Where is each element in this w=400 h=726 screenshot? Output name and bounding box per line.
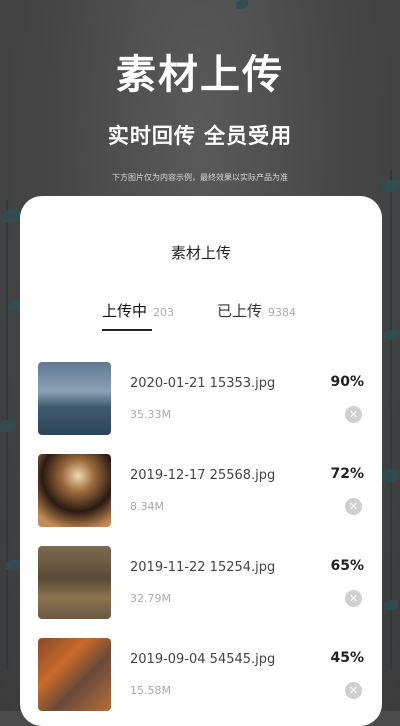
- tab-count: 9384: [268, 306, 297, 319]
- file-name: 2020-01-21 15353.jpg: [130, 376, 276, 391]
- file-name: 2019-11-22 15254.jpg: [130, 560, 276, 575]
- file-size: 15.58M: [130, 684, 171, 697]
- file-name: 2019-12-17 25568.jpg: [130, 468, 276, 483]
- cancel-upload-icon[interactable]: ✕: [345, 498, 362, 515]
- thumbnail-image: [38, 638, 111, 711]
- floral-decoration: [6, 200, 8, 670]
- tab-uploading[interactable]: 上传中 203: [102, 300, 174, 321]
- tab-label: 已上传: [217, 302, 263, 320]
- file-size: 32.79M: [130, 592, 171, 605]
- cancel-upload-icon[interactable]: ✕: [345, 406, 362, 423]
- floral-decoration: [384, 600, 398, 610]
- thumbnail-image: [38, 454, 111, 527]
- hero-subtitle: 实时回传 全员受用: [107, 124, 293, 148]
- upload-progress: 90%: [330, 374, 364, 390]
- thumbnail-image: [38, 546, 111, 619]
- file-name: 2019-09-04 54545.jpg: [130, 652, 276, 667]
- floral-decoration: [390, 170, 392, 670]
- tab-count: 203: [153, 306, 175, 319]
- tab-uploaded[interactable]: 已上传 9384: [217, 300, 296, 321]
- card-title: 素材上传: [170, 244, 231, 262]
- file-size: 8.34M: [130, 500, 164, 513]
- upload-progress: 72%: [330, 466, 364, 482]
- upload-item[interactable]: 2020-01-21 15353.jpg 35.33M 90% ✕: [38, 362, 368, 436]
- floral-decoration: [236, 0, 248, 9]
- floral-decoration: [384, 330, 398, 340]
- cancel-upload-icon[interactable]: ✕: [345, 682, 362, 699]
- floral-decoration: [2, 210, 20, 222]
- floral-decoration: [6, 560, 20, 570]
- floral-decoration: [0, 420, 16, 432]
- upload-item[interactable]: 2019-09-04 54545.jpg 15.58M 45% ✕: [38, 638, 368, 712]
- hero-disclaimer: 下方图片仅为内容示例，最终效果以实际产品为准: [112, 173, 288, 182]
- upload-item[interactable]: 2019-12-17 25568.jpg 8.34M 72% ✕: [38, 454, 368, 528]
- active-tab-indicator: [102, 329, 152, 331]
- upload-progress: 65%: [330, 558, 364, 574]
- thumbnail-image: [38, 362, 111, 435]
- upload-progress: 45%: [330, 650, 364, 666]
- floral-decoration: [382, 470, 398, 482]
- upload-item[interactable]: 2019-11-22 15254.jpg 32.79M 65% ✕: [38, 546, 368, 620]
- cancel-upload-icon[interactable]: ✕: [345, 590, 362, 607]
- upload-card: 素材上传 上传中 203 已上传 9384 2020-01-21 15353.jpg…: [20, 196, 382, 726]
- hero-title: 素材上传: [116, 52, 284, 98]
- file-size: 35.33M: [130, 408, 171, 421]
- tab-label: 上传中: [102, 302, 148, 320]
